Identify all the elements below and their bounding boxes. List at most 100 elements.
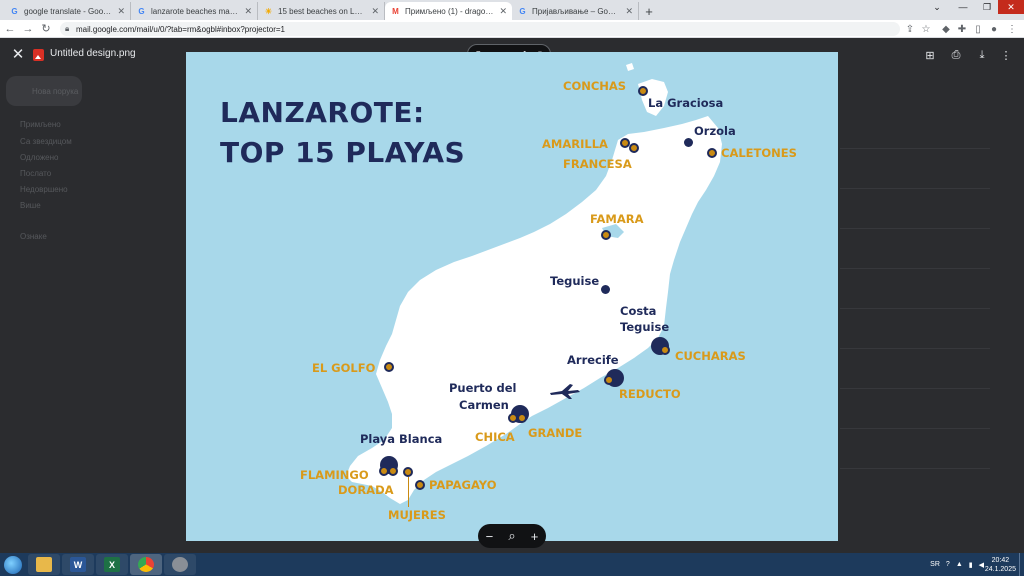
lock-icon: 🔒︎ xyxy=(65,24,70,33)
browser-tab[interactable]: G Пријављивање – Google налози ✕ xyxy=(512,2,639,20)
address-bar[interactable]: 🔒︎ mail.google.com/mail/u/0/?tab=rm&ogbl… xyxy=(60,22,900,36)
volume-icon[interactable]: ◀ xyxy=(979,561,984,569)
islet xyxy=(626,63,634,71)
beach-marker-el-golfo xyxy=(384,362,394,372)
beach-marker-reducto xyxy=(604,375,614,385)
beach-label-caletones: CALETONES xyxy=(721,146,797,160)
map-title-line1: LANZAROTE: xyxy=(220,96,425,129)
town-label-puerto-del-carmen: Carmen xyxy=(459,398,509,412)
reload-icon[interactable]: ↻ xyxy=(38,21,54,37)
beach-marker-conchas xyxy=(638,86,648,96)
network-icon[interactable]: ▮ xyxy=(969,561,973,569)
tab-close-icon[interactable]: ✕ xyxy=(117,6,125,17)
chrome-menu-icon[interactable]: ⋮ xyxy=(1004,21,1020,37)
word-icon: W xyxy=(70,557,86,572)
beach-marker-caletones xyxy=(707,148,717,158)
puzzle-icon[interactable]: ✚ xyxy=(954,21,970,37)
tab-close-icon[interactable]: ✕ xyxy=(625,6,633,17)
mujeres-leader-line xyxy=(408,477,409,507)
tab-close-icon[interactable]: ✕ xyxy=(371,6,379,17)
map-title-line2: TOP 15 PLAYAS xyxy=(220,136,466,169)
email-row-divider xyxy=(840,148,990,149)
tab-close-icon[interactable]: ✕ xyxy=(244,6,252,17)
town-label-playa-blanca: Playa Blanca xyxy=(360,432,443,446)
tab-title: lanzarote beaches map - Google xyxy=(151,6,239,16)
beach-label-reducto: REDUCTO xyxy=(619,387,681,401)
town-label-puerto-del: Puerto del xyxy=(449,381,517,395)
app-icon xyxy=(172,557,188,572)
download-icon[interactable]: ⤓ xyxy=(974,47,990,63)
zoom-in-button[interactable]: + xyxy=(531,529,539,544)
taskbar-app[interactable] xyxy=(164,554,196,575)
url-text: mail.google.com/mail/u/0/?tab=rm&ogbl#in… xyxy=(76,24,286,34)
system-tray: SR ? ▲ ▮ ◀ xyxy=(930,553,984,576)
close-icon[interactable]: ✕ xyxy=(10,47,26,63)
print-icon[interactable]: ⎙ xyxy=(948,47,964,63)
browser-tab[interactable]: ☀ 15 best beaches on Lanzarote (+ ✕ xyxy=(258,2,385,20)
profile-avatar-icon[interactable]: ● xyxy=(986,21,1002,37)
beach-marker-famara xyxy=(601,230,611,240)
taskbar-chrome[interactable] xyxy=(130,554,162,575)
taskbar-excel[interactable]: X xyxy=(96,554,128,575)
email-row-divider xyxy=(840,308,990,309)
file-name: Untitled design.png xyxy=(50,48,136,59)
show-desktop-button[interactable] xyxy=(1019,553,1024,576)
browser-tab-strip: G google translate - Google Search ✕ G l… xyxy=(0,0,1024,20)
zoom-reset-icon[interactable]: ⌕ xyxy=(508,528,515,544)
language-indicator[interactable]: SR xyxy=(930,561,940,568)
clock[interactable]: 20:42 24.1.2025 xyxy=(985,556,1016,574)
browser-tab-active[interactable]: M Примљено (1) - dragoljubj36@gm ✕ xyxy=(385,2,512,20)
restore-icon[interactable]: ❐ xyxy=(974,0,1000,14)
bookmark-star-icon[interactable]: ☆ xyxy=(918,21,934,37)
email-row-divider xyxy=(840,348,990,349)
taskbar-explorer[interactable] xyxy=(28,554,60,575)
beach-marker-papagayo xyxy=(415,480,425,490)
browser-tab[interactable]: G google translate - Google Search ✕ xyxy=(4,2,131,20)
beach-label-dorada: DORADA xyxy=(338,483,394,497)
window-close-icon[interactable]: ✕ xyxy=(998,0,1024,14)
tab-close-icon[interactable]: ✕ xyxy=(499,6,507,17)
tab-title: Пријављивање – Google налози xyxy=(532,6,620,16)
more-vert-icon[interactable]: ⋮ xyxy=(998,47,1014,63)
town-label-orzola: Orzola xyxy=(694,124,736,138)
tab-title: 15 best beaches on Lanzarote (+ xyxy=(278,6,366,16)
google-favicon-icon: G xyxy=(138,7,145,16)
beach-label-chica: CHICA xyxy=(475,430,515,444)
forward-icon[interactable]: → xyxy=(20,21,36,37)
side-panel-icon[interactable]: ▯ xyxy=(970,21,986,37)
windows-taskbar: W X SR ? ▲ ▮ ◀ 20:42 24.1.2025 xyxy=(0,553,1024,576)
email-row-divider xyxy=(840,268,990,269)
image-preview: LANZAROTE: TOP 15 PLAYAS CONCHAS La Grac… xyxy=(186,52,838,541)
airplane-icon xyxy=(550,384,580,399)
beach-marker-mujeres xyxy=(403,467,413,477)
google-favicon-icon: G xyxy=(519,7,526,16)
sidebar-labels-heading: Ознаке xyxy=(20,232,47,241)
new-tab-button[interactable]: + xyxy=(639,2,659,20)
tab-title: Примљено (1) - dragoljubj36@gm xyxy=(405,6,494,16)
share-icon[interactable]: ⇪ xyxy=(902,21,918,37)
sidebar-item-snoozed: Одложено xyxy=(20,153,59,162)
tray-arrow-icon[interactable]: ▲ xyxy=(956,561,963,568)
tab-search-icon[interactable]: ⌄ xyxy=(924,0,950,14)
image-file-icon xyxy=(33,49,44,61)
add-to-drive-icon[interactable]: ⊞ xyxy=(922,47,938,63)
sidebar-item-starred: Са звездицом xyxy=(20,137,72,146)
tab-title: google translate - Google Search xyxy=(24,6,112,16)
back-icon[interactable]: ← xyxy=(2,21,18,37)
beach-label-conchas: CONCHAS xyxy=(563,79,627,93)
beach-label-el-golfo: EL GOLFO xyxy=(312,361,376,375)
beach-label-famara: FAMARA xyxy=(590,212,644,226)
beach-label-papagayo: PAPAGAYO xyxy=(429,478,497,492)
zoom-control: − ⌕ + xyxy=(478,524,546,548)
town-label-la-graciosa: La Graciosa xyxy=(648,96,724,110)
gmail-favicon-icon: M xyxy=(392,7,399,16)
zoom-out-button[interactable]: − xyxy=(486,529,494,544)
extension-icon[interactable]: ◆ xyxy=(938,21,954,37)
beach-marker-francesa xyxy=(629,143,639,153)
beach-label-mujeres: MUJERES xyxy=(388,508,446,522)
minimize-icon[interactable]: — xyxy=(950,0,976,14)
browser-tab[interactable]: G lanzarote beaches map - Google ✕ xyxy=(131,2,258,20)
start-button[interactable] xyxy=(0,553,26,576)
help-icon[interactable]: ? xyxy=(946,561,950,568)
taskbar-word[interactable]: W xyxy=(62,554,94,575)
